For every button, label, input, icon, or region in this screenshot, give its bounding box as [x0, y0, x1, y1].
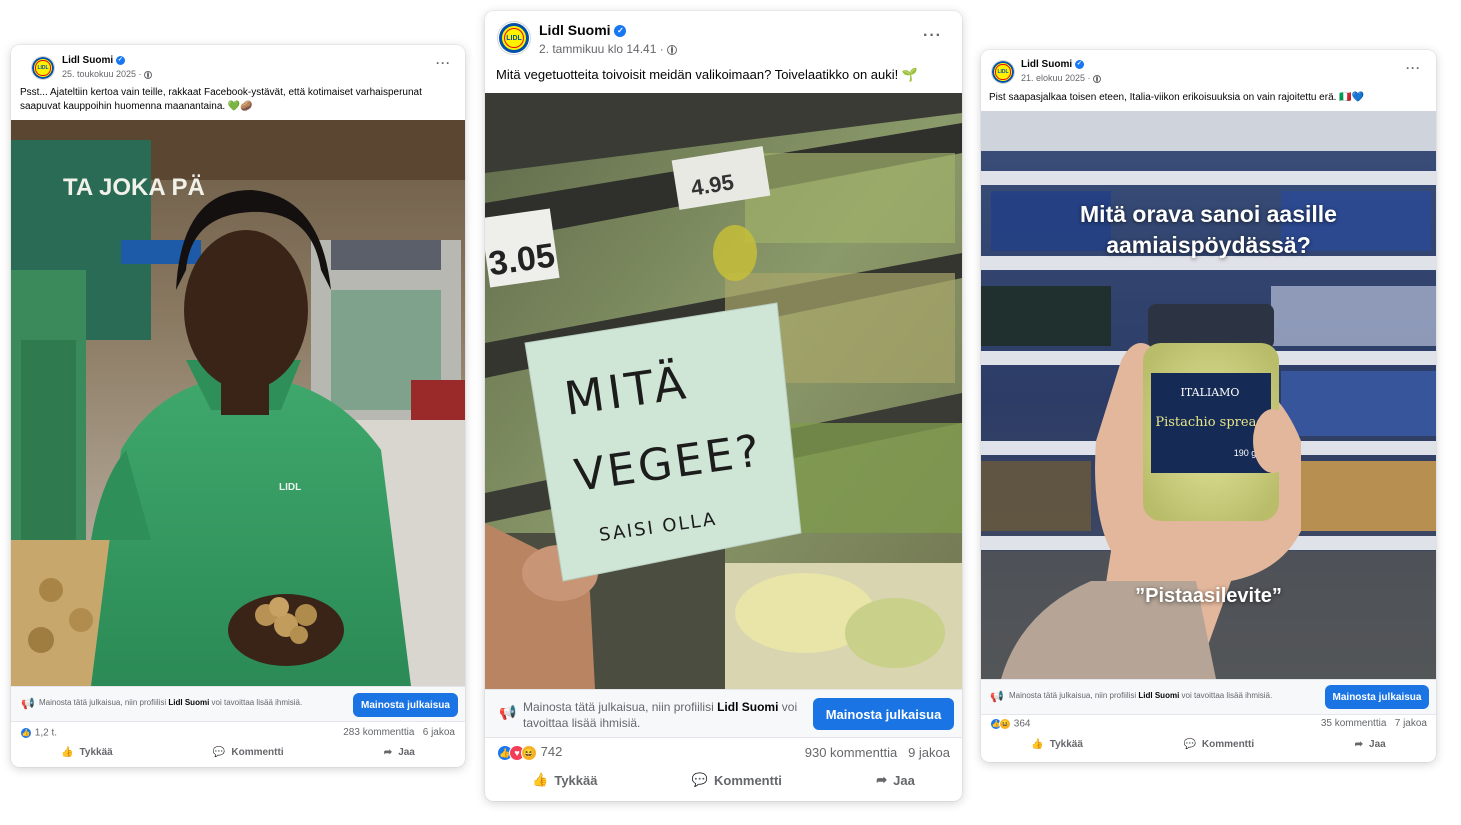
- globe-icon: [667, 44, 678, 55]
- photo-answer: ”Pistaasilevite”: [1135, 585, 1282, 607]
- haha-reaction-icon: 😆: [521, 744, 537, 761]
- share-button[interactable]: ➦ Jaa: [876, 772, 915, 788]
- lidl-logo-icon: LIDL: [32, 57, 54, 79]
- promo-bar: 📢 Mainosta tätä julkaisua, niin profiili…: [981, 679, 1436, 715]
- post-actions: 👍 Tykkää 💬 Kommentti ➦ Jaa: [981, 739, 1436, 750]
- jar-weight-text: 190 g: [1234, 448, 1257, 458]
- megaphone-icon: 📢: [21, 698, 35, 710]
- photo-headline: Mitä orava sanoi aasille aamiaispöydässä…: [1080, 201, 1337, 259]
- share-arrow-icon: ➦: [1354, 739, 1364, 750]
- promo-bar: 📢 Mainosta tätä julkaisua, niin profiili…: [11, 686, 465, 722]
- thumbs-up-icon: 👍: [1031, 739, 1044, 750]
- share-arrow-icon: ➦: [383, 747, 393, 758]
- globe-icon: [1093, 74, 1102, 83]
- verified-badge-icon: ✓: [614, 25, 627, 38]
- share-button[interactable]: ➦ Jaa: [1355, 739, 1386, 750]
- globe-icon: [144, 70, 153, 79]
- post-card-1: LIDL Lidl Suomi ✓ 25. toukokuu 2025 · ··…: [11, 45, 465, 767]
- store-scene-image: TA JOKA PÄ LIDL: [11, 120, 465, 686]
- share-button[interactable]: ➦ Jaa: [384, 747, 415, 758]
- boost-post-button[interactable]: Mainosta julkaisua: [1325, 685, 1429, 709]
- post-photo[interactable]: ITALIAMO Pistachio spread 190 g Mitä ora…: [981, 111, 1436, 679]
- jar-brand-text: ITALIAMO: [1181, 386, 1240, 399]
- thumbs-up-icon: 👍: [61, 747, 74, 758]
- page-avatar[interactable]: LIDL: [497, 21, 531, 55]
- promo-bar: 📢 Mainosta tätä julkaisua, niin profiili…: [485, 689, 962, 738]
- post-caption: Mitä vegetuotteita toivoisit meidän vali…: [496, 67, 919, 82]
- page-avatar[interactable]: LIDL: [991, 60, 1015, 84]
- comment-button[interactable]: 💬 Kommentti: [692, 772, 782, 788]
- post-date[interactable]: 21. elokuu 2025 ·: [1021, 73, 1102, 83]
- boost-post-button[interactable]: Mainosta julkaisua: [813, 698, 954, 730]
- comment-share-count[interactable]: 283 kommenttia 6 jakoa: [343, 727, 455, 738]
- reaction-count[interactable]: 👍😆 364: [990, 718, 1030, 730]
- speech-bubble-icon: 💬: [212, 747, 226, 758]
- post-caption: Psst... Ajateltiin kertoa vain teille, r…: [20, 87, 422, 112]
- jar-product-text: Pistachio spread: [1155, 415, 1264, 430]
- verified-badge-icon: ✓: [1074, 59, 1084, 69]
- page-name[interactable]: Lidl Suomi ✓: [62, 55, 125, 66]
- comment-share-count[interactable]: 35 kommenttia 7 jakoa: [1321, 718, 1427, 729]
- post-date[interactable]: 2. tammikuu klo 14.41 ·: [539, 42, 678, 56]
- like-button[interactable]: 👍 Tykkää: [532, 772, 597, 788]
- promo-text: Mainosta tätä julkaisua, niin profiilisi…: [39, 698, 303, 707]
- more-options-icon[interactable]: ···: [1406, 61, 1421, 75]
- like-button[interactable]: 👍 Tykkää: [61, 747, 113, 758]
- more-options-icon[interactable]: ···: [436, 56, 451, 70]
- promo-text: Mainosta tätä julkaisua, niin profiilisi…: [523, 700, 798, 731]
- comment-button[interactable]: 💬 Kommentti: [213, 747, 284, 758]
- lidl-logo-icon: LIDL: [499, 23, 529, 53]
- post-card-3: LIDL Lidl Suomi ✓ 21. elokuu 2025 · ··· …: [981, 50, 1436, 762]
- megaphone-icon: 📢: [990, 691, 1004, 703]
- more-options-icon[interactable]: ···: [923, 27, 942, 45]
- store-sign-text: TA JOKA PÄ: [63, 174, 205, 201]
- page-name[interactable]: Lidl Suomi ✓: [539, 22, 627, 38]
- post-date[interactable]: 25. toukokuu 2025 ·: [62, 69, 153, 79]
- like-button[interactable]: 👍 Tykkää: [1031, 739, 1083, 750]
- shirt-logo-text: LIDL: [279, 482, 301, 493]
- post-card-2: LIDL Lidl Suomi ✓ 2. tammikuu klo 14.41 …: [485, 11, 962, 801]
- comment-share-count[interactable]: 930 kommenttia 9 jakoa: [805, 745, 950, 760]
- post-actions: 👍 Tykkää 💬 Kommentti ➦ Jaa: [11, 747, 465, 758]
- speech-bubble-icon: 💬: [1183, 739, 1196, 750]
- speech-bubble-icon: 💬: [691, 772, 708, 787]
- promo-text: Mainosta tätä julkaisua, niin profiilisi…: [1009, 691, 1273, 700]
- lidl-logo-icon: LIDL: [992, 61, 1014, 83]
- post-photo[interactable]: TA JOKA PÄ LIDL: [11, 120, 465, 686]
- comment-button[interactable]: 💬 Kommentti: [1183, 739, 1254, 750]
- post-actions: 👍 Tykkää 💬 Kommentti ➦ Jaa: [485, 772, 962, 788]
- share-arrow-icon: ➦: [876, 772, 888, 787]
- thumbs-up-icon: 👍: [532, 772, 549, 787]
- post-photo[interactable]: 3.05 4.95 MITÄ VEGEE? SAISI OLLA: [485, 93, 962, 689]
- haha-reaction-icon: 😆: [999, 718, 1011, 730]
- megaphone-icon: 📢: [499, 704, 517, 720]
- store-shelf-image: 3.05 4.95 MITÄ VEGEE? SAISI OLLA: [485, 93, 962, 689]
- boost-post-button[interactable]: Mainosta julkaisua: [353, 693, 458, 717]
- page-name[interactable]: Lidl Suomi ✓: [1021, 59, 1084, 70]
- reaction-count[interactable]: 👍 1,2 t.: [20, 727, 57, 739]
- reaction-count[interactable]: 👍 ♥ 😆 742: [497, 744, 562, 761]
- post-caption: Pist saapasjalkaa toisen eteen, Italia-v…: [989, 92, 1365, 103]
- page-avatar[interactable]: LIDL: [31, 56, 55, 80]
- like-reaction-icon: 👍: [20, 727, 32, 739]
- verified-badge-icon: ✓: [115, 55, 125, 65]
